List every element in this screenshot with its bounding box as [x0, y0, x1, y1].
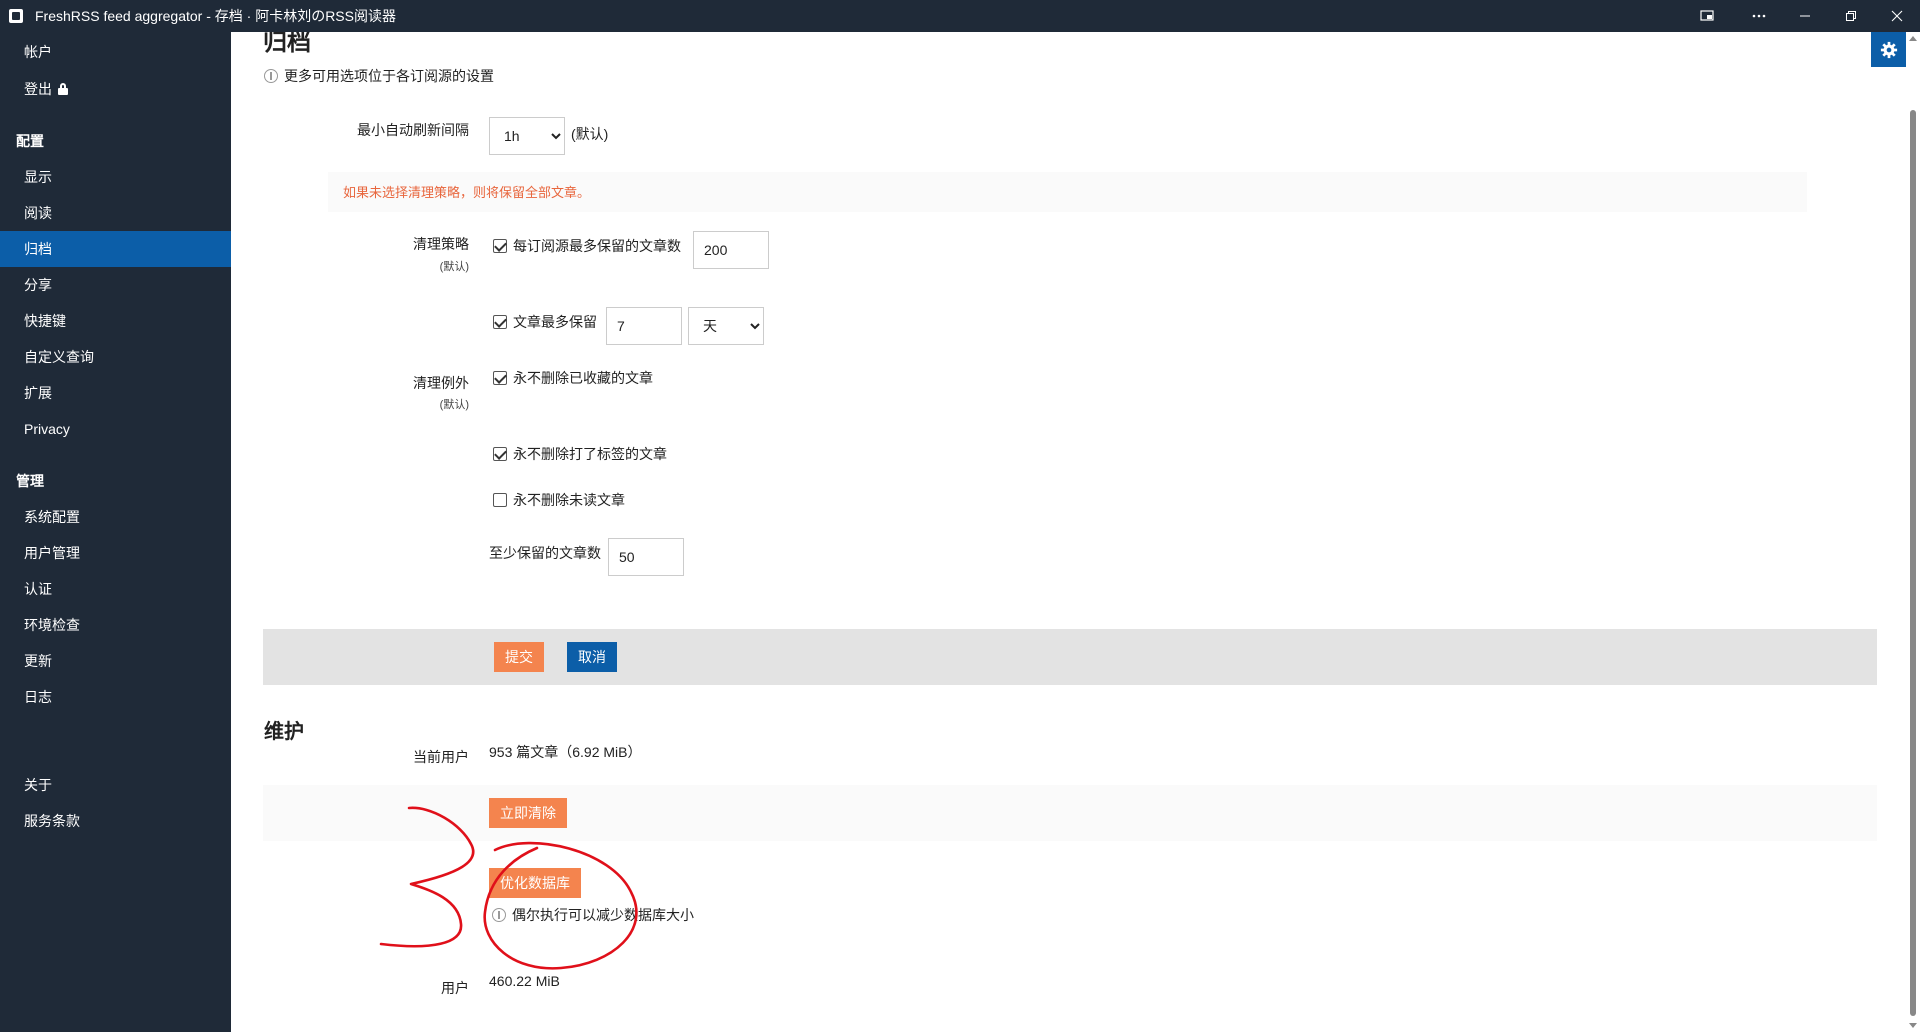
exception-labels-checkbox[interactable] [493, 447, 507, 461]
warning-text: 如果未选择清理策略，则将保留全部文章。 [343, 185, 591, 200]
sidebar: 帐户 登出 配置 显示 阅读 归档 分享 快捷键 自定义查询 扩展 Privac… [0, 32, 231, 1032]
minimize-icon[interactable] [1782, 0, 1828, 32]
sidebar-section-config: 配置 [16, 133, 44, 149]
refresh-label: 最小自动刷新间隔 [357, 122, 469, 138]
exception-favourites-option[interactable]: 永不删除已收藏的文章 [493, 368, 653, 388]
cast-icon[interactable] [1684, 0, 1730, 32]
info-icon [264, 69, 278, 83]
main-content: 归档 更多可用选项位于各订阅源的设置 最小自动刷新间隔 1h (默认) 如果未选… [231, 32, 1920, 1032]
sidebar-item-reading[interactable]: 阅读 [24, 203, 52, 223]
sidebar-section-admin: 管理 [16, 473, 44, 489]
sidebar-item-sharing[interactable]: 分享 [24, 275, 52, 295]
title-bar: FreshRSS feed aggregator - 存档 · 阿卡林刘のRSS… [0, 0, 1920, 32]
optimize-hint: 偶尔执行可以减少数据库大小 [492, 905, 694, 925]
sidebar-item-update[interactable]: 更新 [24, 651, 52, 671]
submit-button[interactable]: 提交 [494, 642, 544, 672]
sidebar-item-logs[interactable]: 日志 [24, 687, 52, 707]
sidebar-item-extensions[interactable]: 扩展 [24, 383, 52, 403]
sidebar-item-archiving[interactable]: 归档 [24, 239, 52, 259]
sidebar-item-queries[interactable]: 自定义查询 [24, 347, 94, 367]
info-icon [492, 908, 506, 922]
keep-max-label: 每订阅源最多保留的文章数 [513, 238, 681, 254]
sidebar-item-check[interactable]: 环境检查 [24, 615, 80, 635]
keep-period-option[interactable]: 文章最多保留 [493, 312, 597, 332]
keep-period-unit-select[interactable]: 天 [688, 307, 764, 345]
optimize-hint-text: 偶尔执行可以减少数据库大小 [512, 907, 694, 923]
window-controls [1684, 0, 1920, 32]
sidebar-item-account[interactable]: 帐户 [24, 42, 52, 62]
close-icon[interactable] [1874, 0, 1920, 32]
exception-labels-label: 永不删除打了标签的文章 [513, 446, 667, 462]
scroll-up-icon[interactable] [1909, 36, 1917, 41]
maintenance-heading: 维护 [264, 721, 304, 743]
refresh-default: (默认) [571, 126, 609, 142]
keep-period-checkbox[interactable] [493, 315, 507, 329]
hint-text: 更多可用选项位于各订阅源的设置 [284, 68, 494, 84]
sidebar-item-auth[interactable]: 认证 [24, 579, 52, 599]
keep-max-input[interactable] [693, 231, 769, 269]
optimize-database-button[interactable]: 优化数据库 [489, 868, 581, 898]
app-icon [9, 9, 23, 23]
exception-favourites-label: 永不删除已收藏的文章 [513, 370, 653, 386]
keep-max-option[interactable]: 每订阅源最多保留的文章数 [493, 236, 681, 256]
exceptions-label: 清理例外 [413, 375, 469, 391]
settings-gear-button[interactable] [1871, 32, 1906, 67]
more-options-icon[interactable] [1736, 0, 1782, 32]
user-label: 用户 [441, 980, 469, 996]
scrollbar-thumb[interactable] [1910, 110, 1916, 1016]
more-options-hint: 更多可用选项位于各订阅源的设置 [264, 66, 494, 86]
page-title: 归档 [263, 32, 311, 56]
lock-icon [58, 83, 68, 95]
current-user-label: 当前用户 [413, 749, 469, 765]
scroll-down-icon[interactable] [1909, 1023, 1917, 1028]
keep-max-checkbox[interactable] [493, 239, 507, 253]
current-user-value: 953 篇文章（6.92 MiB） [489, 744, 642, 760]
cleanup-policy-label: 清理策略 [413, 236, 469, 252]
sidebar-item-system[interactable]: 系统配置 [24, 507, 80, 527]
exception-unread-option[interactable]: 永不删除未读文章 [493, 490, 625, 510]
sidebar-item-terms[interactable]: 服务条款 [24, 811, 80, 831]
sidebar-item-display[interactable]: 显示 [24, 167, 52, 187]
cleanup-policy-sub: (默认) [439, 261, 469, 273]
purge-button[interactable]: 立即清除 [489, 798, 567, 828]
vertical-scrollbar[interactable] [1906, 32, 1920, 1032]
user-value: 460.22 MiB [489, 973, 560, 989]
sidebar-item-label: 登出 [24, 81, 52, 97]
exception-unread-label: 永不删除未读文章 [513, 492, 625, 508]
sidebar-item-privacy[interactable]: Privacy [24, 419, 70, 439]
exception-favourites-checkbox[interactable] [493, 371, 507, 385]
keep-period-label: 文章最多保留 [513, 314, 597, 330]
restore-icon[interactable] [1828, 0, 1874, 32]
window-title: FreshRSS feed aggregator - 存档 · 阿卡林刘のRSS… [35, 8, 396, 24]
exceptions-sub: (默认) [439, 399, 469, 411]
refresh-select[interactable]: 1h [489, 117, 565, 155]
sidebar-item-logout[interactable]: 登出 [24, 79, 68, 99]
gear-icon [1880, 41, 1897, 58]
exception-labels-option[interactable]: 永不删除打了标签的文章 [493, 444, 667, 464]
sidebar-item-shortcuts[interactable]: 快捷键 [24, 311, 66, 331]
exception-unread-checkbox[interactable] [493, 493, 507, 507]
min-keep-input[interactable] [608, 538, 684, 576]
min-keep-label: 至少保留的文章数 [489, 545, 601, 561]
sidebar-item-users[interactable]: 用户管理 [24, 543, 80, 563]
sidebar-item-about[interactable]: 关于 [24, 775, 52, 795]
keep-period-input[interactable] [606, 307, 682, 345]
cancel-button[interactable]: 取消 [567, 642, 617, 672]
